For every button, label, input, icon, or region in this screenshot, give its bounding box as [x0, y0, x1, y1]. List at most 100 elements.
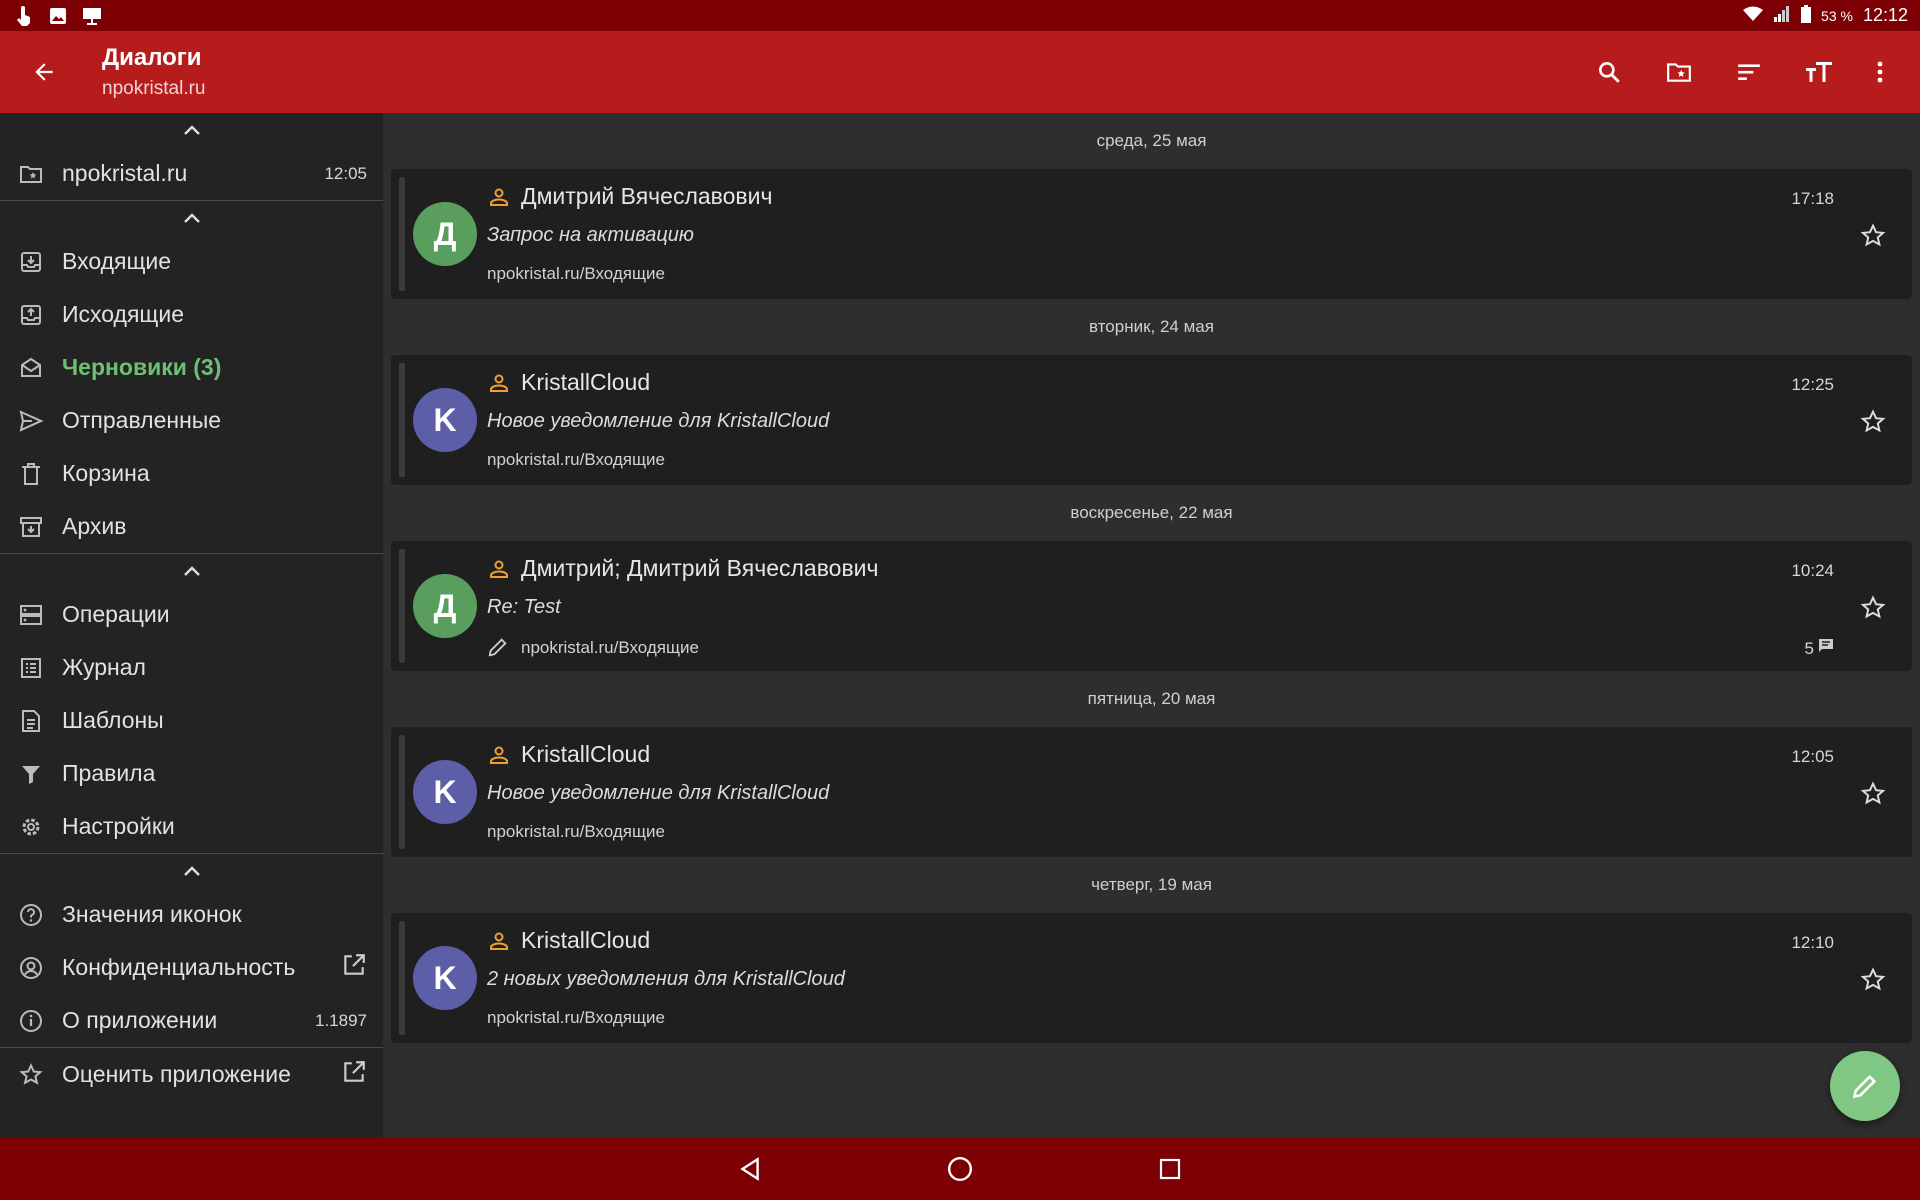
sidebar-item-drafts[interactable]: Черновики (3): [0, 341, 383, 394]
message-card[interactable]: K KristallCloud Новое уведомление для Kr…: [391, 355, 1912, 485]
person-icon: [487, 185, 511, 209]
text-size-button[interactable]: [1784, 42, 1854, 102]
avatar: Д: [413, 574, 477, 638]
star-button[interactable]: [1858, 221, 1888, 251]
message-folder: npokristal.ru/Входящие: [487, 822, 665, 842]
message-card[interactable]: Д Дмитрий Вячеславович Запрос на активац…: [391, 169, 1912, 299]
message-card[interactable]: K KristallCloud Новое уведомление для Kr…: [391, 727, 1912, 857]
pencil-icon: [1852, 1074, 1877, 1099]
back-button[interactable]: [0, 31, 88, 113]
sidebar-item-inbox[interactable]: Входящие: [0, 235, 383, 288]
sidebar-item-trash[interactable]: Корзина: [0, 447, 383, 500]
sidebar-item-label: Операции: [62, 601, 170, 627]
collapse-info-button[interactable]: [0, 854, 383, 888]
sidebar-item-operations[interactable]: Операции: [0, 588, 383, 641]
sidebar-item-label: Исходящие: [62, 301, 184, 327]
collapse-accounts-button[interactable]: [0, 113, 383, 147]
card-accent: [399, 735, 405, 849]
open-external-icon[interactable]: [341, 952, 367, 983]
message-card[interactable]: K KristallCloud 2 новых уведомления для …: [391, 913, 1912, 1043]
star-button[interactable]: [1858, 407, 1888, 437]
archive-icon: [16, 512, 46, 542]
templates-icon: [16, 706, 46, 736]
message-count: 5: [1805, 638, 1834, 659]
collapse-folders-button[interactable]: [0, 201, 383, 235]
operations-icon: [16, 600, 46, 630]
message-time: 10:24: [1791, 561, 1834, 580]
sidebar-item-privacy[interactable]: Конфиденциальность: [0, 941, 383, 994]
sidebar-item-label: Архив: [62, 513, 127, 539]
info-icon: [16, 1006, 46, 1036]
sidebar-item-label: Входящие: [62, 248, 172, 274]
star-button[interactable]: [1858, 779, 1888, 809]
folder-path: npokristal.ru/Входящие: [487, 822, 665, 841]
star-icon: [1860, 595, 1886, 619]
sender-name: KristallCloud: [521, 927, 651, 953]
chevron-up-icon: [183, 866, 200, 876]
nav-home-button[interactable]: [930, 1139, 990, 1199]
sender-name: KristallCloud: [521, 741, 651, 767]
search-icon: [1599, 62, 1620, 83]
sidebar-item-archive[interactable]: Архив: [0, 500, 383, 553]
trash-icon: [16, 459, 46, 489]
sidebar-item-label: Отправленные: [62, 407, 222, 433]
help-icon: [16, 900, 46, 930]
person-icon: [487, 557, 511, 581]
sidebar-account[interactable]: npokristal.ru 12:05: [0, 147, 383, 200]
search-button[interactable]: [1574, 42, 1644, 102]
sidebar-item-label: Журнал: [62, 654, 146, 680]
avatar: K: [413, 946, 477, 1010]
sidebar-item-log[interactable]: Журнал: [0, 641, 383, 694]
sidebar-item-sent[interactable]: Отправленные: [0, 394, 383, 447]
battery-percent: 53 %: [1821, 7, 1853, 24]
star-button[interactable]: [1858, 965, 1888, 995]
more-button[interactable]: [1854, 42, 1906, 102]
message-sender: Дмитрий Вячеславович: [487, 183, 772, 210]
presentation-icon: [82, 6, 102, 26]
sidebar-item-icon-legend[interactable]: Значения иконок: [0, 888, 383, 941]
message-subject: Новое уведомление для KristallCloud: [487, 782, 830, 804]
sidebar-item-label: Черновики (3): [62, 354, 222, 380]
sidebar-item-label: Настройки: [62, 813, 175, 839]
comment-icon: [1818, 638, 1834, 659]
sidebar-item-rules[interactable]: Правила: [0, 747, 383, 800]
collapse-tools-button[interactable]: [0, 554, 383, 588]
star-icon: [1860, 409, 1886, 433]
send-icon: [16, 406, 46, 436]
card-accent: [399, 921, 405, 1035]
folder-star-icon: [16, 159, 46, 189]
message-folder: npokristal.ru/Входящие: [487, 1008, 665, 1028]
chevron-up-icon: [183, 213, 200, 223]
sidebar-item-label: Значения иконок: [62, 901, 242, 927]
open-external-icon[interactable]: [341, 1059, 367, 1090]
message-card[interactable]: Д Дмитрий; Дмитрий Вячеславович Re: Test…: [391, 541, 1912, 671]
touch-icon: [14, 5, 34, 26]
person-icon: [487, 743, 511, 767]
folder-path: npokristal.ru/Входящие: [521, 638, 699, 657]
sort-button[interactable]: [1714, 42, 1784, 102]
nav-recents-button[interactable]: [1140, 1139, 1200, 1199]
sender-name: KristallCloud: [521, 369, 651, 395]
system-nav-bar: [0, 1138, 1920, 1200]
sender-name: Дмитрий; Дмитрий Вячеславович: [521, 555, 879, 581]
folder-star-button[interactable]: [1644, 42, 1714, 102]
sidebar-item-about[interactable]: О приложении 1.1897: [0, 994, 383, 1047]
sidebar-item-outbox[interactable]: Исходящие: [0, 288, 383, 341]
sidebar-item-rate-app[interactable]: Оценить приложение: [0, 1048, 383, 1101]
square-recents-icon: [1159, 1158, 1181, 1180]
outbox-icon: [16, 300, 46, 330]
sidebar-item-templates[interactable]: Шаблоны: [0, 694, 383, 747]
compose-button[interactable]: [1830, 1051, 1900, 1121]
star-button[interactable]: [1858, 593, 1888, 623]
message-subject: Новое уведомление для KristallCloud: [487, 410, 830, 432]
more-vert-icon: [1877, 61, 1883, 83]
sort-icon: [1738, 64, 1760, 81]
folder-path: npokristal.ru/Входящие: [487, 264, 665, 283]
nav-back-button[interactable]: [720, 1139, 780, 1199]
folder-path: npokristal.ru/Входящие: [487, 450, 665, 469]
folder-path: npokristal.ru/Входящие: [487, 1008, 665, 1027]
date-header: четверг, 19 мая: [1091, 875, 1212, 894]
sidebar-item-settings[interactable]: Настройки: [0, 800, 383, 853]
sidebar-item-label: Шаблоны: [62, 707, 164, 733]
sidebar-item-label: О приложении: [62, 1007, 218, 1033]
